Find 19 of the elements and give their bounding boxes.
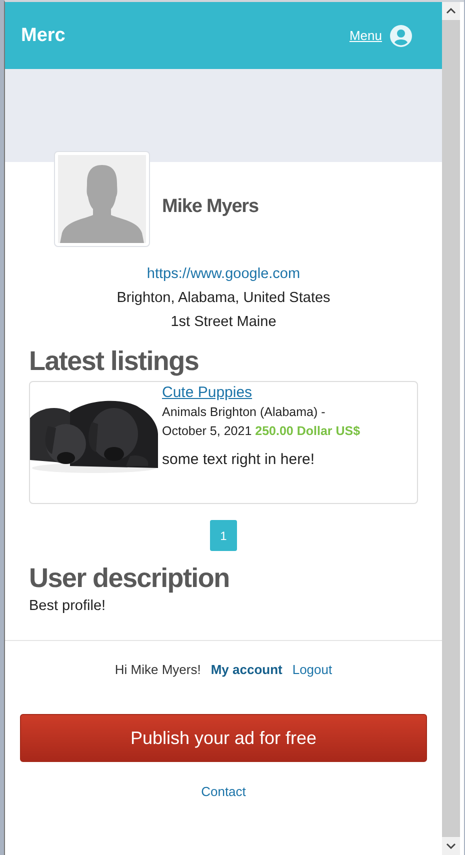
scroll-up-icon[interactable]	[446, 8, 456, 14]
description-text: Best profile!	[29, 598, 107, 614]
section-heading: User description	[29, 563, 230, 594]
publish-button[interactable]: Publish your ad for free	[20, 714, 427, 762]
greeting-text: Hi Mike Myers!	[114, 662, 201, 677]
footer-link[interactable]: My account	[210, 662, 282, 677]
address-text: 1st Street Maine	[170, 313, 276, 332]
section-heading: Latest listings	[29, 346, 200, 377]
listing-meta: Animals Brighton (Alabama) - October 5, 2021 250.00 Dollar US$	[162, 404, 362, 440]
website-link[interactable]: https://www.google.com	[146, 262, 300, 286]
contact-link[interactable]: Contact	[201, 784, 246, 799]
listing-title-link[interactable]: Cute Puppies	[162, 384, 372, 401]
location-text: Brighton, Alabama, United States	[116, 289, 330, 308]
user-name: Mike Myers	[162, 196, 258, 218]
scrollbar[interactable]	[442, 2, 460, 855]
footer-link[interactable]: Logout	[292, 662, 332, 677]
listing-description: some text right in here!	[162, 451, 316, 468]
avatar-icon	[58, 155, 146, 243]
scroll-down-icon[interactable]	[446, 843, 456, 849]
